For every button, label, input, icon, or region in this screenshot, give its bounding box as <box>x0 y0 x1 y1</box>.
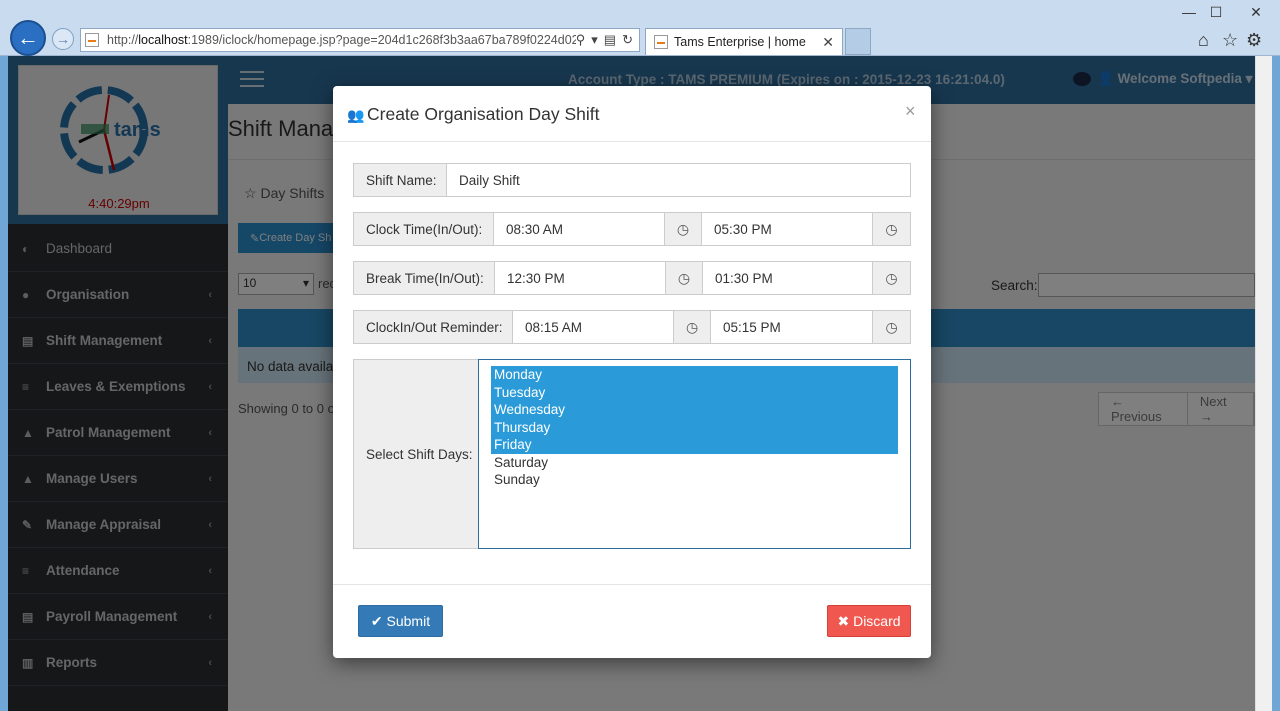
modal-header: 👥 Create Organisation Day Shift × <box>333 86 931 142</box>
users-icon: 👥 <box>347 107 365 123</box>
shift-days-label: Select Shift Days: <box>354 360 479 548</box>
break-time-row: Break Time(In/Out): 12:30 PM ◷ 01:30 PM … <box>353 261 911 295</box>
modal-close-button[interactable]: × <box>905 101 916 122</box>
clock-icon[interactable]: ◷ <box>873 311 910 343</box>
clock-icon[interactable]: ◷ <box>873 262 910 294</box>
dropdown-icon[interactable]: ▾ <box>591 32 598 48</box>
tab-title: Tams Enterprise | home <box>674 35 806 49</box>
shift-name-input[interactable]: Daily Shift <box>447 164 910 196</box>
minimize-button[interactable]: — <box>1176 3 1202 21</box>
break-in-input[interactable]: 12:30 PM <box>495 262 666 294</box>
home-icon[interactable]: ⌂ <box>1198 30 1209 51</box>
reminder-row: ClockIn/Out Reminder: 08:15 AM ◷ 05:15 P… <box>353 310 911 344</box>
day-option-saturday[interactable]: Saturday <box>491 454 898 472</box>
modal-title: 👥 Create Organisation Day Shift <box>347 104 600 124</box>
clock-icon[interactable]: ◷ <box>665 213 702 245</box>
back-button[interactable]: ← <box>10 20 46 56</box>
day-option-friday[interactable]: Friday <box>491 436 898 454</box>
tab-close-icon[interactable]: ✕ <box>822 34 834 51</box>
create-shift-modal: 👥 Create Organisation Day Shift × Shift N… <box>333 86 931 658</box>
browser-tab[interactable]: Tams Enterprise | home ✕ <box>645 28 843 55</box>
compat-icon[interactable]: ▤ <box>604 32 616 48</box>
reminder-label: ClockIn/Out Reminder: <box>354 311 513 343</box>
address-bar[interactable]: http://localhost:1989/iclock/homepage.js… <box>80 28 640 52</box>
break-time-label: Break Time(In/Out): <box>354 262 495 294</box>
clock-in-input[interactable]: 08:30 AM <box>494 213 665 245</box>
day-option-tuesday[interactable]: Tuesday <box>491 383 898 401</box>
maximize-button[interactable]: ☐ <box>1203 3 1229 21</box>
day-option-wednesday[interactable]: Wednesday <box>491 401 898 419</box>
page-icon <box>85 33 99 47</box>
window-close-button[interactable]: ✕ <box>1238 3 1274 21</box>
check-icon: ✔ <box>370 612 387 629</box>
clock-out-input[interactable]: 05:30 PM <box>702 213 873 245</box>
clock-time-row: Clock Time(In/Out): 08:30 AM ◷ 05:30 PM … <box>353 212 911 246</box>
modal-footer-divider <box>333 584 931 585</box>
day-option-thursday[interactable]: Thursday <box>491 418 898 436</box>
new-tab-button[interactable] <box>845 28 871 55</box>
break-out-input[interactable]: 01:30 PM <box>703 262 873 294</box>
gear-icon[interactable]: ⚙ <box>1246 30 1262 51</box>
clock-icon[interactable]: ◷ <box>666 262 703 294</box>
tab-page-icon <box>654 35 668 49</box>
clock-icon[interactable]: ◷ <box>674 311 712 343</box>
favorites-star-icon[interactable]: ☆ <box>1222 30 1238 51</box>
day-option-sunday[interactable]: Sunday <box>491 471 898 489</box>
shift-name-row: Shift Name: Daily Shift <box>353 163 911 197</box>
forward-button[interactable]: → <box>52 28 74 50</box>
reminder-out-input[interactable]: 05:15 PM <box>711 311 874 343</box>
shift-days-multiselect[interactable]: Monday Tuesday Wednesday Thursday Friday… <box>478 359 911 549</box>
address-url: http://localhost:1989/iclock/homepage.js… <box>107 33 576 47</box>
discard-button[interactable]: ✖ Discard <box>827 605 911 637</box>
clock-time-label: Clock Time(In/Out): <box>354 213 494 245</box>
refresh-icon[interactable]: ↻ <box>622 32 633 48</box>
day-option-monday[interactable]: Monday <box>491 366 898 384</box>
search-icon[interactable]: ⚲ <box>576 32 586 48</box>
page-scrollbar[interactable] <box>1255 56 1272 711</box>
times-icon: ✖ <box>837 612 854 629</box>
reminder-in-input[interactable]: 08:15 AM <box>513 311 675 343</box>
clock-icon[interactable]: ◷ <box>873 213 910 245</box>
submit-button[interactable]: ✔ Submit <box>358 605 443 637</box>
shift-name-label: Shift Name: <box>354 164 447 196</box>
shift-days-row: Select Shift Days: Monday Tuesday Wednes… <box>353 359 911 549</box>
